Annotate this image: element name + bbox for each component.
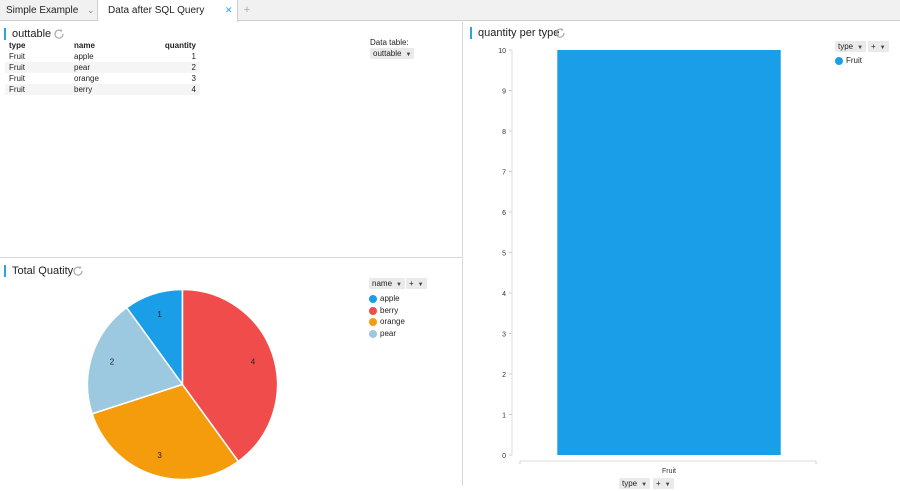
bar-group-select[interactable]: type ▼ xyxy=(835,41,867,52)
tab-sql-query-execution[interactable]: Data after SQL Query Execution ✕ xyxy=(98,0,238,37)
table-cell: Fruit xyxy=(9,74,25,83)
chevron-down-icon: ▼ xyxy=(417,282,424,288)
y-tick-label: 7 xyxy=(502,170,506,177)
chevron-down-icon[interactable]: ⌄ xyxy=(87,0,95,21)
chevron-down-icon: ▼ xyxy=(641,482,648,488)
tab-bar: Simple Example data ⌄ Data after SQL Que… xyxy=(0,0,900,37)
bar-panel: quantity per type 0 1 2 3 4 5 6 7 8 9 10 Fruit type… xyxy=(464,22,900,489)
y-tick-label: 2 xyxy=(502,372,506,379)
table-cell: orange xyxy=(74,74,99,83)
refresh-icon[interactable] xyxy=(53,28,65,40)
x-axis-add-select[interactable]: + ▼ xyxy=(653,478,674,489)
table-panel: outtable type name quantity Fruit apple … xyxy=(0,22,463,258)
column-header[interactable]: type xyxy=(5,40,70,51)
y-tick-label: 6 xyxy=(502,210,506,217)
data-table-select-value: outtable xyxy=(373,49,402,58)
panel-title: Total Quatity xyxy=(4,265,73,277)
chevron-down-icon: ▼ xyxy=(879,45,886,51)
y-tick-label: 10 xyxy=(498,48,506,55)
pie-panel: Total Quatity 1234 name ▼ + ▼ apple berry or… xyxy=(0,259,463,486)
pie-chart: 1 2 3 4 xyxy=(86,288,279,481)
table-cell: 2 xyxy=(145,62,200,73)
bar-add-select[interactable]: + ▼ xyxy=(868,41,889,52)
x-tick-label: Fruit xyxy=(662,468,676,475)
chevron-down-icon: ▼ xyxy=(405,52,412,58)
legend-item[interactable]: apple xyxy=(369,294,400,304)
legend-swatch xyxy=(369,318,377,326)
pie-slice-label: 2 xyxy=(110,358,115,367)
table-row: Fruit orange 3 xyxy=(5,73,200,84)
table-cell: 3 xyxy=(191,74,196,83)
legend-label: orange xyxy=(380,317,405,326)
table-row: Fruit pear 2 xyxy=(5,62,200,73)
x-axis-add-label: + xyxy=(656,479,661,488)
y-tick-label: 8 xyxy=(502,129,506,136)
pie-add-select[interactable]: + ▼ xyxy=(406,278,427,289)
table-row: Fruit berry 4 xyxy=(5,84,200,95)
close-icon[interactable]: ✕ xyxy=(225,0,233,21)
table-cell: Fruit xyxy=(5,62,70,73)
column-header[interactable]: name xyxy=(70,40,145,51)
y-tick-label: 3 xyxy=(502,332,506,339)
bar-chart: 0 1 2 3 4 5 6 7 8 9 10 Fruit xyxy=(498,48,817,475)
legend-item[interactable]: Fruit xyxy=(835,56,862,66)
legend-item[interactable]: berry xyxy=(369,306,398,316)
add-tab-icon[interactable]: + xyxy=(240,0,254,21)
column-header[interactable]: quantity xyxy=(145,40,200,51)
table-cell: apple xyxy=(74,52,94,61)
table-header-row: type name quantity xyxy=(5,40,200,51)
pie-slice-label: 1 xyxy=(157,310,162,319)
y-tick-label: 9 xyxy=(502,89,506,96)
legend-item[interactable]: orange xyxy=(369,317,405,327)
data-table-label: Data table: xyxy=(370,38,409,47)
legend-label: berry xyxy=(380,305,399,315)
pie-slice-label: 4 xyxy=(251,358,256,367)
panel-title: outtable xyxy=(4,28,51,40)
pie-slice-label: 3 xyxy=(157,451,162,460)
tab-simple-example-data[interactable]: Simple Example data ⌄ xyxy=(0,0,98,37)
table-cell: Fruit xyxy=(9,52,25,61)
legend-swatch xyxy=(369,329,377,338)
table-cell: pear xyxy=(70,62,145,73)
table-cell: berry xyxy=(70,84,145,95)
legend-swatch xyxy=(369,295,377,303)
y-tick-label: 4 xyxy=(502,291,506,298)
table-row: Fruit apple 1 xyxy=(5,51,200,62)
legend-item[interactable]: pear xyxy=(369,329,396,339)
pie-group-select-value: name xyxy=(372,279,393,288)
pie-add-label: + xyxy=(409,279,414,288)
pie-group-select[interactable]: name ▼ xyxy=(369,278,405,289)
legend-swatch xyxy=(369,306,377,315)
data-table: type name quantity Fruit apple 1 Fruit p… xyxy=(5,40,200,95)
chevron-down-icon: ▼ xyxy=(857,45,864,51)
chevron-down-icon: ▼ xyxy=(664,482,671,488)
table-cell: Fruit xyxy=(5,84,70,95)
data-table-select[interactable]: outtable ▼ xyxy=(370,48,415,59)
x-axis-select-value: type xyxy=(622,479,638,488)
bar-Fruit[interactable] xyxy=(557,50,781,455)
refresh-icon[interactable] xyxy=(72,265,84,277)
y-tick-label: 1 xyxy=(502,413,506,420)
x-axis-select[interactable]: type ▼ xyxy=(619,478,651,489)
table-cell: 1 xyxy=(191,52,196,61)
legend-swatch xyxy=(835,57,843,65)
bar-add-label: + xyxy=(871,42,876,51)
legend-label: pear xyxy=(380,328,397,338)
table-cell: 4 xyxy=(145,84,200,95)
y-tick-label: 5 xyxy=(502,251,506,258)
legend-label: Fruit xyxy=(846,56,862,65)
chevron-down-icon: ▼ xyxy=(396,282,402,288)
y-tick-label: 0 xyxy=(502,453,506,460)
legend-label: apple xyxy=(380,294,400,303)
bar-group-select-value: type xyxy=(838,42,854,51)
